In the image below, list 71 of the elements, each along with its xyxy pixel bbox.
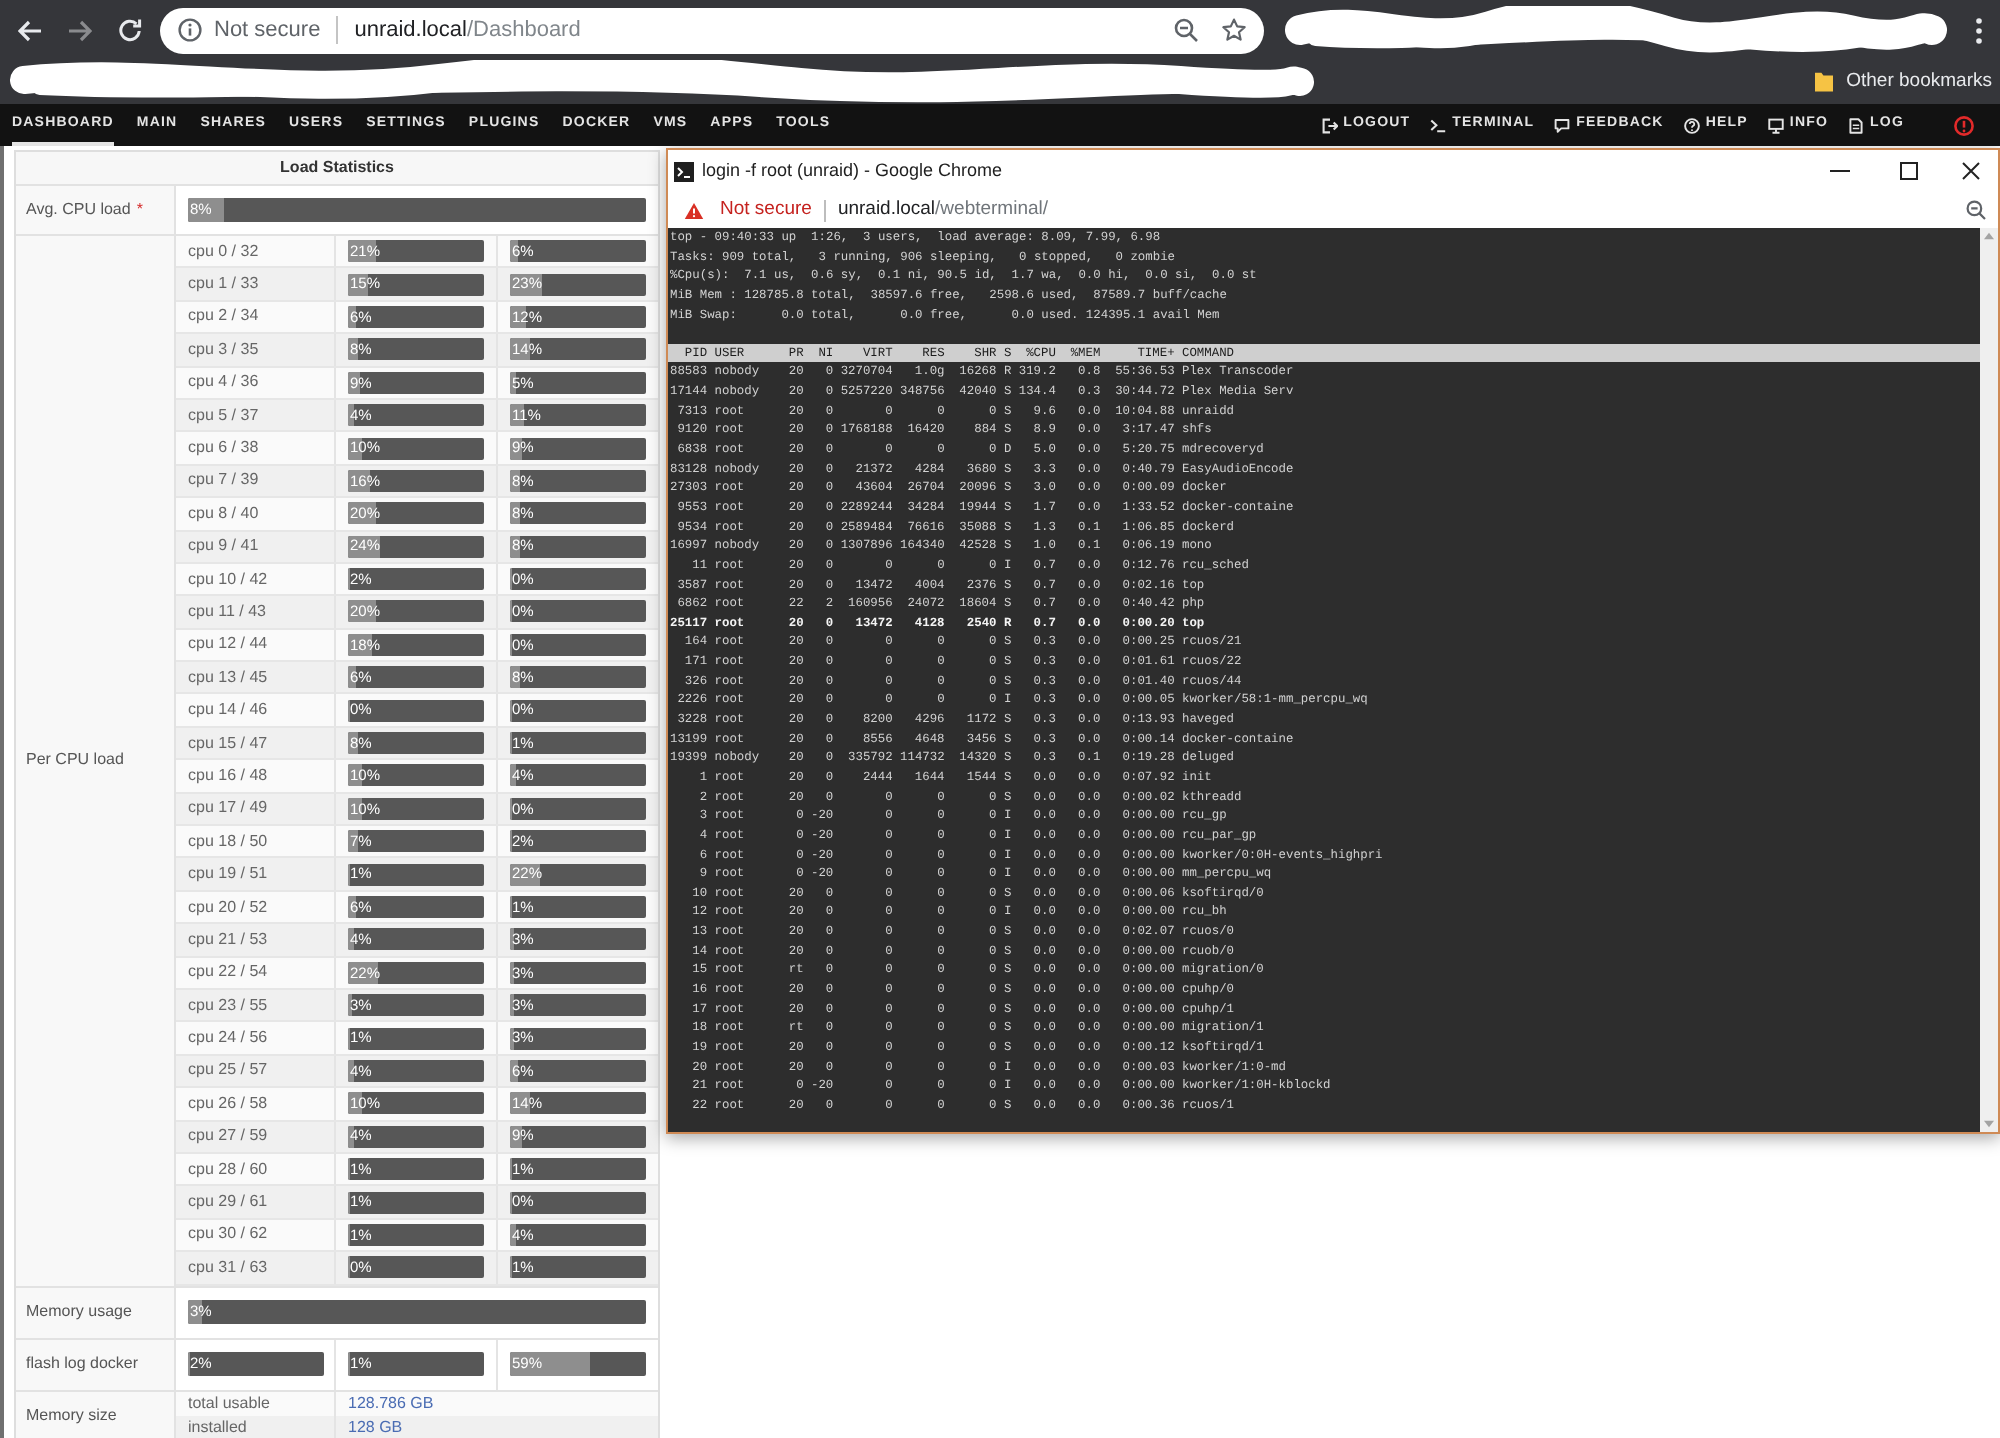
- forward-arrow-icon: [68, 19, 92, 41]
- monitor-icon: [1767, 117, 1784, 133]
- cpu-label: cpu 11 / 43: [188, 599, 266, 624]
- cpu-label: cpu 5 / 37: [188, 403, 259, 428]
- logout-icon: [1321, 117, 1338, 133]
- cpu-label: cpu 28 / 60: [188, 1157, 268, 1182]
- cpu-label: cpu 13 / 45: [188, 665, 268, 690]
- zoom-icon[interactable]: [1966, 200, 1986, 220]
- url-text: unraid.local/Dashboard: [354, 15, 581, 46]
- cpu-label: cpu 26 / 58: [188, 1091, 268, 1116]
- security-label: Not secure: [720, 195, 812, 224]
- terminal-icon: [1430, 117, 1447, 133]
- cpu-label: cpu 18 / 50: [188, 829, 268, 854]
- address-bar[interactable]: Not secure unraid.local/Dashboard: [160, 7, 1264, 53]
- cpu-label: cpu 1 / 33: [188, 272, 259, 297]
- cpu-label: cpu 15 / 47: [188, 731, 268, 756]
- help-icon: [1683, 117, 1700, 133]
- cpu-label: cpu 4 / 36: [188, 370, 259, 395]
- panel-title: Load Statistics: [280, 156, 394, 180]
- folder-icon: [1814, 72, 1835, 92]
- cpu-label: cpu 6 / 38: [188, 436, 259, 461]
- row-label: Per CPU load: [26, 748, 124, 773]
- speech-bubble-icon: [1554, 117, 1571, 133]
- zoom-icon[interactable]: [1174, 18, 1198, 42]
- cpu-label: cpu 16 / 48: [188, 763, 268, 788]
- cpu-label: cpu 8 / 40: [188, 501, 259, 526]
- memory-size-value: 128 GB: [348, 1415, 403, 1438]
- cpu-label: cpu 21 / 53: [188, 927, 268, 952]
- window-title: login -f root (unraid) - Google Chrome: [702, 157, 1003, 184]
- cpu-label: cpu 24 / 56: [188, 1026, 268, 1051]
- cpu-label: cpu 0 / 32: [188, 239, 259, 264]
- cpu-label: cpu 30 / 62: [188, 1222, 268, 1247]
- row-label: Memory usage: [26, 1300, 132, 1324]
- cpu-label: cpu 20 / 52: [188, 895, 268, 919]
- row-label: Memory size: [26, 1403, 117, 1427]
- close-icon: [1961, 162, 1979, 180]
- cpu-label: cpu 25 / 57: [188, 1058, 268, 1083]
- cpu-label: cpu 23 / 55: [188, 993, 268, 1018]
- url-text: unraid.local/webterminal/: [837, 195, 1049, 224]
- cpu-label: cpu 27 / 59: [188, 1124, 268, 1149]
- bookmark-folder-button[interactable]: Other bookmarks: [1814, 62, 1992, 102]
- warning-icon: [684, 201, 704, 219]
- cpu-label: cpu 2 / 34: [188, 304, 259, 329]
- cpu-label: cpu 3 / 35: [188, 337, 259, 362]
- cpu-label: cpu 19 / 51: [188, 862, 268, 887]
- cpu-label: cpu 9 / 41: [188, 534, 259, 559]
- cpu-label: cpu 10 / 42: [188, 567, 268, 592]
- memory-size-value: 128.786 GB: [348, 1391, 434, 1415]
- memory-size-label: total usable: [188, 1391, 270, 1415]
- cpu-label: cpu 22 / 54: [188, 960, 268, 985]
- alert-icon[interactable]: [1954, 115, 1974, 135]
- row-label: flash log docker: [26, 1352, 139, 1376]
- cpu-label: cpu 29 / 61: [188, 1190, 268, 1215]
- info-icon[interactable]: [178, 18, 202, 42]
- cpu-label: cpu 12 / 44: [188, 632, 268, 657]
- minimize-icon: [1830, 170, 1850, 172]
- security-label: Not secure: [214, 15, 321, 46]
- terminal-app-icon: [674, 161, 694, 181]
- row-label: Avg. CPU load: [26, 198, 131, 222]
- document-icon: [1848, 117, 1865, 133]
- menu-icon: [1975, 17, 1981, 43]
- back-arrow-icon: [18, 19, 42, 41]
- maximize-icon: [1899, 162, 1917, 180]
- cpu-label: cpu 7 / 39: [188, 468, 259, 493]
- cpu-label: cpu 17 / 49: [188, 796, 268, 821]
- asterisk-mark: *: [136, 198, 143, 222]
- reload-icon: [118, 18, 142, 42]
- cpu-label: cpu 31 / 63: [188, 1255, 268, 1280]
- memory-size-label: installed: [188, 1415, 247, 1438]
- cpu-label: cpu 14 / 46: [188, 698, 268, 723]
- bookmark-star-icon[interactable]: [1222, 18, 1246, 42]
